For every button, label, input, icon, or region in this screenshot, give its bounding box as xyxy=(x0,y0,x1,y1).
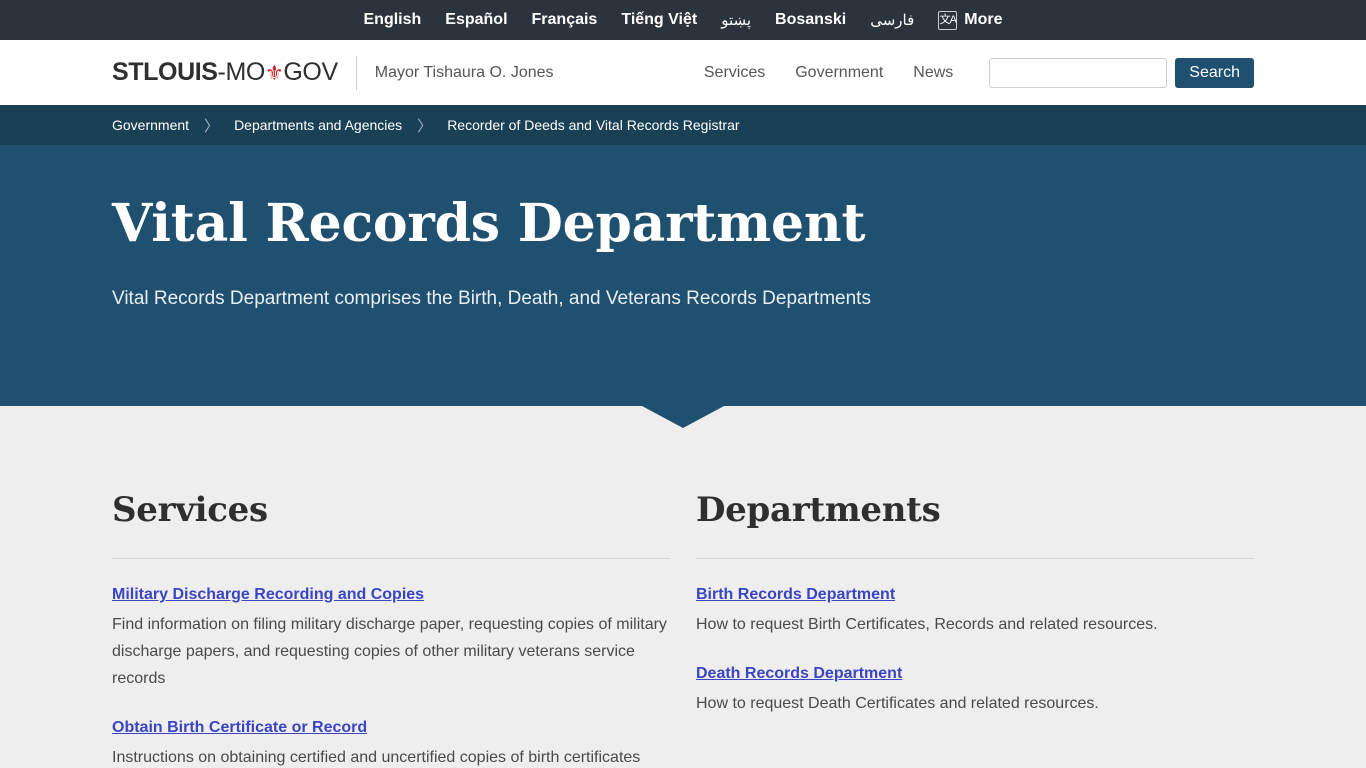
language-link-farsi[interactable]: فارسی xyxy=(870,11,914,29)
language-more-link[interactable]: 文A More xyxy=(938,10,1003,30)
divider xyxy=(112,558,670,559)
list-item: Death Records Department How to request … xyxy=(696,664,1254,717)
chevron-right-icon: 〉 xyxy=(204,117,220,135)
link-military-discharge-recording-and-copies[interactable]: Military Discharge Recording and Copies xyxy=(112,585,424,606)
list-item: Birth Records Department How to request … xyxy=(696,585,1254,638)
breadcrumb: Government 〉 Departments and Agencies 〉 … xyxy=(112,115,740,136)
list-item-description: Find information on filing military disc… xyxy=(112,615,667,688)
breadcrumb-item-government[interactable]: Government xyxy=(112,117,189,133)
link-birth-records-department[interactable]: Birth Records Department xyxy=(696,585,895,606)
list-item-description: Instructions on obtaining certified and … xyxy=(112,749,641,767)
brand-divider xyxy=(355,55,357,90)
list-item-description: How to request Birth Certificates, Recor… xyxy=(696,615,1158,633)
page-subtitle: Vital Records Department comprises the B… xyxy=(112,288,871,310)
language-link-bosanski[interactable]: Bosanski xyxy=(775,11,846,29)
translate-icon: 文A xyxy=(938,10,958,30)
page-title: Vital Records Department xyxy=(112,193,866,254)
breadcrumb-item-departments-and-agencies[interactable]: Departments and Agencies xyxy=(234,117,402,133)
departments-heading: Departments xyxy=(696,490,941,530)
services-heading: Services xyxy=(112,490,268,530)
site-header: STLOUIS-MO⚜GOV Mayor Tishaura O. Jones S… xyxy=(0,40,1366,105)
mayor-name: Mayor Tishaura O. Jones xyxy=(374,63,554,81)
logo-gov: GOV xyxy=(283,58,338,86)
chevron-right-icon: 〉 xyxy=(417,117,433,135)
logo-text: STLOUIS-MO⚜GOV xyxy=(112,58,338,87)
site-logo[interactable]: STLOUIS-MO⚜GOV xyxy=(112,58,338,87)
logo-stlouis: STLOUIS xyxy=(112,58,218,86)
language-link-pashto[interactable]: پښتو xyxy=(721,11,751,29)
list-item-description: How to request Death Certificates and re… xyxy=(696,694,1099,712)
breadcrumb-item-current: Recorder of Deeds and Vital Records Regi… xyxy=(447,117,740,133)
list-item: Military Discharge Recording and Copies … xyxy=(112,585,670,692)
nav-item-services[interactable]: Services xyxy=(704,64,765,82)
list-item: Obtain Birth Certificate or Record Instr… xyxy=(112,718,670,768)
logo-mo: -MO xyxy=(217,58,266,86)
language-more-label: More xyxy=(964,11,1003,28)
search-input[interactable] xyxy=(989,57,1168,88)
search-button[interactable]: Search xyxy=(1175,57,1254,88)
services-column: Services Military Discharge Recording an… xyxy=(112,406,670,768)
divider xyxy=(696,558,1254,559)
hero-notch-arrow xyxy=(642,406,724,428)
departments-column: Departments Birth Records Department How… xyxy=(696,406,1254,768)
main-content: Services Military Discharge Recording an… xyxy=(0,406,1366,768)
language-bar: English Español Français Tiếng Việt پښتو… xyxy=(0,0,1366,40)
nav-item-government[interactable]: Government xyxy=(795,64,883,82)
language-link-francais[interactable]: Français xyxy=(532,11,598,29)
fleur-de-lis-icon: ⚜ xyxy=(264,62,284,85)
link-obtain-birth-certificate-or-record[interactable]: Obtain Birth Certificate or Record xyxy=(112,718,367,739)
breadcrumb-bar: Government 〉 Departments and Agencies 〉 … xyxy=(0,105,1366,145)
search-form: Search xyxy=(989,57,1254,88)
link-death-records-department[interactable]: Death Records Department xyxy=(696,664,902,685)
language-link-espanol[interactable]: Español xyxy=(445,11,507,29)
header-right: Services Government News Search xyxy=(704,57,1254,88)
language-link-english[interactable]: English xyxy=(364,11,422,29)
nav-item-news[interactable]: News xyxy=(913,64,953,82)
language-link-tieng-viet[interactable]: Tiếng Việt xyxy=(621,11,697,29)
hero-banner: Vital Records Department Vital Records D… xyxy=(0,145,1366,428)
